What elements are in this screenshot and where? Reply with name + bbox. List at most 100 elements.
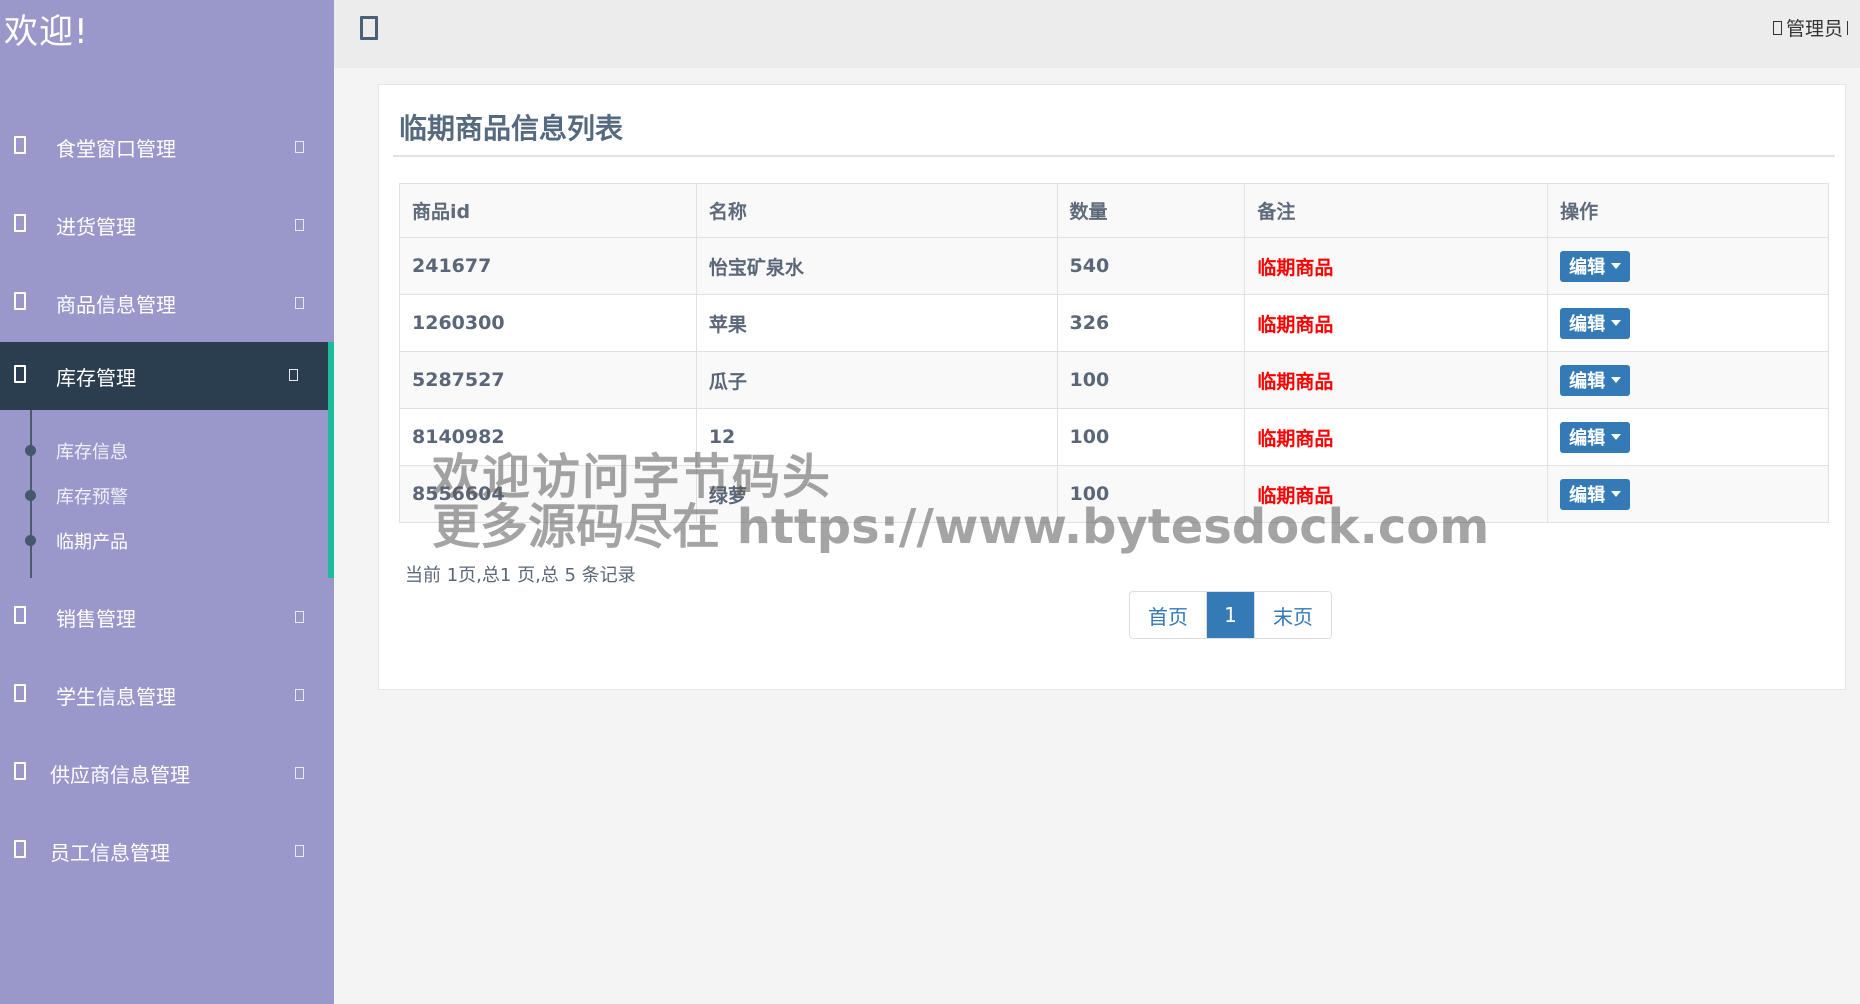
app-root: 欢迎! 食堂窗口管理 进货管理 商品信息管理 库存管理 库存信息 库存预警 临期… xyxy=(0,0,1860,1004)
bullet-icon xyxy=(25,535,36,546)
sidebar-item-label: 员工信息管理 xyxy=(50,840,170,865)
cell-operation: 编辑 xyxy=(1547,351,1829,409)
page-current-button[interactable]: 1 xyxy=(1207,592,1255,638)
cell-note: 临期商品 xyxy=(1244,408,1549,466)
cell-id: 5287527 xyxy=(399,351,697,409)
menu-icon xyxy=(14,214,26,232)
chevron-icon xyxy=(295,219,304,231)
cell-quantity: 540 xyxy=(1056,237,1246,295)
cell-id: 1260300 xyxy=(399,294,697,352)
content-panel: 临期商品信息列表 商品id 名称 数量 备注 操作 241677 怡宝矿泉水 5… xyxy=(378,84,1846,690)
edit-button-label: 编辑 xyxy=(1569,257,1606,278)
menu-icon xyxy=(14,762,26,780)
chevron-icon xyxy=(295,141,304,153)
table-row: 8556604 绿萝 100 临期商品 编辑 xyxy=(399,465,1829,523)
table-row: 8140982 12 100 临期商品 编辑 xyxy=(399,408,1829,466)
menu-icon xyxy=(14,606,26,624)
edit-dropdown-button[interactable]: 编辑 xyxy=(1560,421,1631,453)
caret-down-icon xyxy=(1611,491,1622,497)
column-header-id: 商品id xyxy=(399,183,697,238)
brand-title: 欢迎! xyxy=(4,12,89,52)
page-last-button[interactable]: 末页 xyxy=(1255,592,1331,638)
table-row: 241677 怡宝矿泉水 540 临期商品 编辑 xyxy=(399,237,1829,295)
caret-down-icon xyxy=(1611,263,1622,269)
sidebar-toggle-icon[interactable] xyxy=(360,16,378,40)
submenu-item-inventory-info[interactable]: 库存信息 xyxy=(56,438,128,464)
edit-button-label: 编辑 xyxy=(1569,314,1606,335)
cell-id: 241677 xyxy=(399,237,697,295)
cell-quantity: 100 xyxy=(1056,351,1246,409)
chevron-icon xyxy=(295,689,304,701)
sidebar-menu: 食堂窗口管理 进货管理 商品信息管理 库存管理 库存信息 库存预警 临期产品 销… xyxy=(0,108,334,890)
sidebar-item-label: 进货管理 xyxy=(56,214,136,239)
sidebar-item-label: 食堂窗口管理 xyxy=(56,136,176,161)
column-header-note: 备注 xyxy=(1244,183,1549,238)
submenu-item-expiring-products[interactable]: 临期产品 xyxy=(56,528,128,554)
menu-icon xyxy=(14,292,26,310)
sidebar-item-label: 商品信息管理 xyxy=(56,292,176,317)
sidebar: 欢迎! 食堂窗口管理 进货管理 商品信息管理 库存管理 库存信息 库存预警 临期… xyxy=(0,0,334,1004)
edit-button-label: 编辑 xyxy=(1569,485,1606,506)
edit-dropdown-button[interactable]: 编辑 xyxy=(1560,478,1631,510)
cell-name: 12 xyxy=(695,408,1058,466)
cell-operation: 编辑 xyxy=(1547,294,1829,352)
chevron-icon xyxy=(289,369,298,381)
sidebar-item-product-info[interactable]: 商品信息管理 xyxy=(0,264,334,342)
top-bar: 管理员 xyxy=(334,0,1860,68)
pagination-info: 当前 1页,总1 页,总 5 条记录 xyxy=(405,565,636,586)
caret-down-icon xyxy=(1611,434,1622,440)
caret-down-icon xyxy=(1611,377,1622,383)
cell-id: 8140982 xyxy=(399,408,697,466)
cell-name: 瓜子 xyxy=(695,351,1058,409)
page-first-button[interactable]: 首页 xyxy=(1130,592,1207,638)
menu-icon xyxy=(14,365,26,383)
user-icon xyxy=(1772,20,1782,35)
cell-note: 临期商品 xyxy=(1244,351,1549,409)
sidebar-item-label: 学生信息管理 xyxy=(56,684,176,709)
edit-dropdown-button[interactable]: 编辑 xyxy=(1560,250,1631,282)
edit-button-label: 编辑 xyxy=(1569,428,1606,449)
sidebar-item-purchase[interactable]: 进货管理 xyxy=(0,186,334,264)
edit-dropdown-button[interactable]: 编辑 xyxy=(1560,307,1631,339)
chevron-icon xyxy=(295,611,304,623)
submenu-item-inventory-alert[interactable]: 库存预警 xyxy=(56,483,128,509)
cell-note: 临期商品 xyxy=(1244,465,1549,523)
chevron-icon xyxy=(295,297,304,309)
cell-operation: 编辑 xyxy=(1547,408,1829,466)
sidebar-item-sales[interactable]: 销售管理 xyxy=(0,578,334,656)
edit-dropdown-button[interactable]: 编辑 xyxy=(1560,364,1631,396)
chevron-icon xyxy=(295,767,304,779)
sidebar-item-staff[interactable]: 员工信息管理 xyxy=(0,812,334,890)
chevron-icon xyxy=(295,845,304,857)
sidebar-item-canteen-window[interactable]: 食堂窗口管理 xyxy=(0,108,334,186)
column-header-name: 名称 xyxy=(695,183,1058,238)
cell-operation: 编辑 xyxy=(1547,465,1829,523)
table-row: 5287527 瓜子 100 临期商品 编辑 xyxy=(399,351,1829,409)
sidebar-item-suppliers[interactable]: 供应商信息管理 xyxy=(0,734,334,812)
sidebar-item-inventory[interactable]: 库存管理 xyxy=(0,342,334,410)
sidebar-item-label: 库存管理 xyxy=(56,365,136,390)
page-title: 临期商品信息列表 xyxy=(399,112,624,145)
table-header-row: 商品id 名称 数量 备注 操作 xyxy=(399,183,1829,238)
divider xyxy=(393,155,1835,157)
edit-button-label: 编辑 xyxy=(1569,371,1606,392)
cell-note: 临期商品 xyxy=(1244,237,1549,295)
cell-quantity: 100 xyxy=(1056,465,1246,523)
cell-name: 苹果 xyxy=(695,294,1058,352)
sidebar-item-label: 供应商信息管理 xyxy=(50,762,190,787)
cell-quantity: 326 xyxy=(1056,294,1246,352)
expiring-products-table: 商品id 名称 数量 备注 操作 241677 怡宝矿泉水 540 临期商品 编… xyxy=(399,183,1829,523)
cell-name: 绿萝 xyxy=(695,465,1058,523)
menu-icon xyxy=(14,684,26,702)
bullet-icon xyxy=(25,490,36,501)
dropdown-icon xyxy=(1847,20,1850,35)
cell-id: 8556604 xyxy=(399,465,697,523)
column-header-operation: 操作 xyxy=(1547,183,1829,238)
caret-down-icon xyxy=(1611,320,1622,326)
bullet-icon xyxy=(25,445,36,456)
pagination: 首页 1 末页 xyxy=(1129,591,1332,639)
user-menu[interactable]: 管理员 xyxy=(1772,14,1850,41)
table-row: 1260300 苹果 326 临期商品 编辑 xyxy=(399,294,1829,352)
cell-operation: 编辑 xyxy=(1547,237,1829,295)
sidebar-item-students[interactable]: 学生信息管理 xyxy=(0,656,334,734)
